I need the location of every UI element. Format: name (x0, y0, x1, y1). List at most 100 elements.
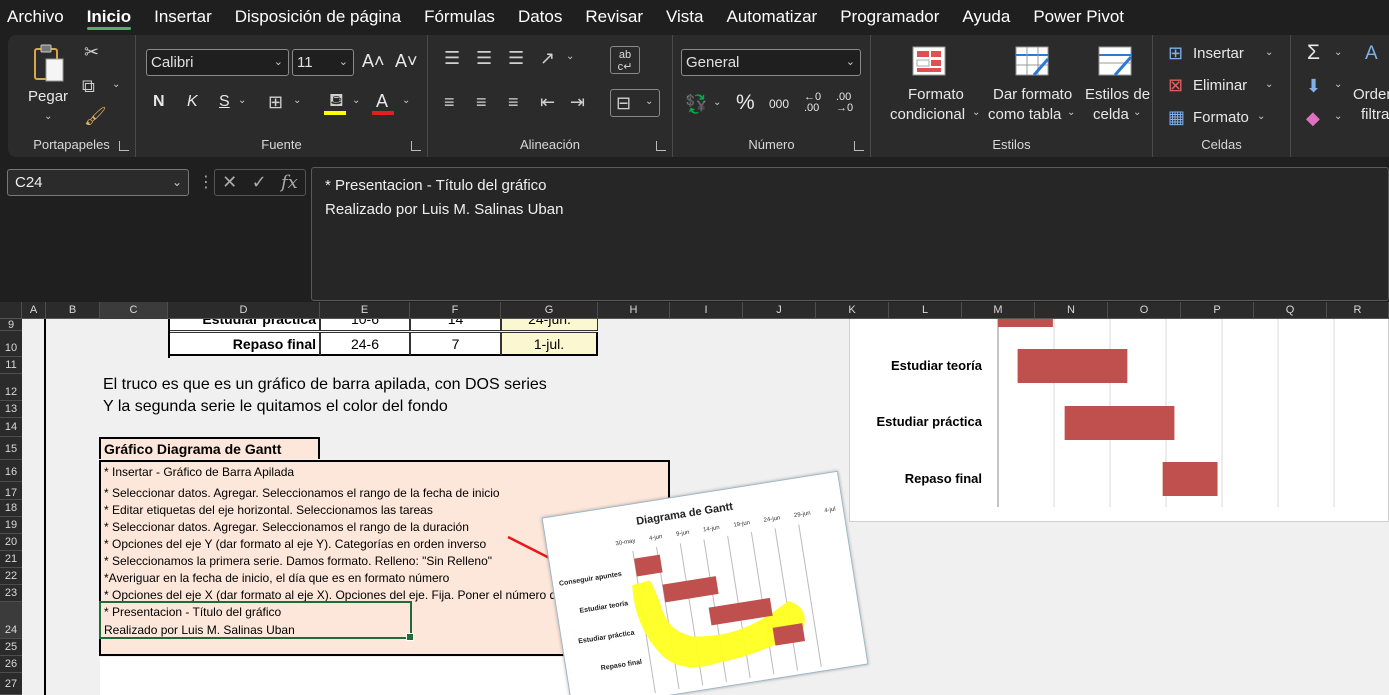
formula-input[interactable]: * Presentacion - Título del gráfico Real… (311, 167, 1389, 301)
merge-center-button[interactable]: ⊟ ⌄ (610, 89, 660, 117)
cell-styles-label1[interactable]: Estilos de (1085, 86, 1150, 103)
chart-bar[interactable] (1017, 349, 1128, 383)
conditional-format-label2[interactable]: condicional (890, 106, 965, 123)
cell-styles-chevron-icon[interactable]: ⌄ (1133, 107, 1141, 118)
notes-title[interactable]: Gráfico Diagrama de Gantt (99, 437, 320, 459)
row-header[interactable]: 22 (0, 568, 22, 585)
fill-color-chevron-icon[interactable]: ⌄ (352, 95, 360, 106)
increase-indent-icon[interactable]: ⇥ (570, 93, 585, 111)
delete-cells-icon[interactable]: ⊠ (1168, 76, 1183, 94)
align-left-icon[interactable]: ≡ (444, 93, 455, 111)
fill-icon[interactable]: ⬇ (1306, 77, 1321, 95)
tab-ayuda[interactable]: Ayuda (962, 0, 1010, 33)
column-header[interactable]: A (22, 302, 46, 319)
select-all-corner[interactable] (0, 302, 22, 319)
gantt-chart[interactable]: Estudiar teoría Estudiar práctica Repaso… (849, 319, 1389, 522)
tab-revisar[interactable]: Revisar (585, 0, 643, 33)
underline-button[interactable]: S (219, 93, 230, 111)
tab-formulas[interactable]: Fórmulas (424, 0, 495, 33)
format-as-table-chevron-icon[interactable]: ⌄ (1067, 107, 1075, 118)
column-header[interactable]: K (816, 302, 889, 319)
wrap-text-button[interactable]: ab c↵ (610, 46, 640, 74)
numero-launcher-icon[interactable] (854, 141, 864, 151)
tab-automatizar[interactable]: Automatizar (726, 0, 817, 33)
column-header[interactable]: J (743, 302, 816, 319)
row-header[interactable]: 16 (0, 460, 22, 482)
row-header[interactable]: 19 (0, 517, 22, 534)
format-painter-icon[interactable]: 🖌 (84, 107, 107, 125)
paste-button[interactable]: Pegar (28, 88, 68, 105)
tab-datos[interactable]: Datos (518, 0, 562, 33)
column-header[interactable]: G (501, 302, 598, 319)
row-header[interactable]: 24 (0, 602, 22, 639)
insert-function-icon[interactable]: fx (281, 172, 298, 193)
tab-power-pivot[interactable]: Power Pivot (1033, 0, 1124, 33)
orientation-icon[interactable]: ↗ (540, 49, 555, 67)
sort-filter-label2[interactable]: filtra (1361, 106, 1389, 123)
format-as-table-label2[interactable]: como tabla (988, 106, 1061, 123)
paste-icon[interactable] (32, 43, 66, 83)
conditional-format-label1[interactable]: Formato (908, 86, 964, 103)
alineacion-launcher-icon[interactable] (656, 141, 666, 151)
end-cell[interactable]: 24-jun. (501, 319, 598, 331)
column-header[interactable]: C (100, 302, 168, 319)
copy-icon[interactable]: ⧉ (82, 77, 95, 95)
format-cells-icon[interactable]: ▦ (1168, 108, 1185, 126)
increase-font-icon[interactable]: A˄ (362, 51, 385, 72)
note-line[interactable]: * Editar etiquetas del eje horizontal. S… (104, 503, 433, 517)
autosum-icon[interactable]: Σ (1307, 41, 1320, 65)
row-header[interactable]: 13 (0, 401, 22, 418)
accounting-chevron-icon[interactable]: ⌄ (713, 97, 721, 108)
font-color-chevron-icon[interactable]: ⌄ (402, 95, 410, 106)
column-header[interactable]: Q (1254, 302, 1327, 319)
tab-programador[interactable]: Programador (840, 0, 939, 33)
decrease-indent-icon[interactable]: ⇤ (540, 93, 555, 111)
note-line[interactable]: * Seleccionamos la primera serie. Damos … (104, 554, 492, 568)
end-cell[interactable]: 1-jul. (501, 332, 598, 356)
align-top-icon[interactable]: ☰ (444, 49, 460, 67)
name-box[interactable]: C24 ⌄ (7, 169, 189, 196)
decrease-decimal-icon[interactable]: .00 →0 (836, 92, 853, 114)
sort-filter-label1[interactable]: Orden (1353, 86, 1389, 103)
note-line[interactable]: * Seleccionar datos. Agregar. Selecciona… (104, 520, 469, 534)
row-header[interactable]: 25 (0, 639, 22, 656)
percent-button[interactable]: % (736, 91, 755, 115)
decrease-font-icon[interactable]: A˅ (395, 51, 418, 72)
copy-chevron-icon[interactable]: ⌄ (112, 79, 120, 90)
tab-disposicion[interactable]: Disposición de página (235, 0, 401, 33)
duration-cell[interactable]: 14 (410, 319, 501, 331)
row-header[interactable]: 9 (0, 319, 22, 331)
task-cell[interactable]: Repaso final (168, 332, 320, 356)
delete-cells-button[interactable]: Eliminar (1193, 77, 1247, 94)
explanation-line-2[interactable]: Y la segunda serie le quitamos el color … (103, 398, 448, 416)
column-header[interactable]: D (168, 302, 320, 319)
insert-cells-chevron-icon[interactable]: ⌄ (1265, 47, 1273, 58)
clear-icon[interactable]: ◆ (1306, 109, 1320, 127)
autosum-chevron-icon[interactable]: ⌄ (1334, 47, 1342, 58)
column-header[interactable]: R (1327, 302, 1389, 319)
column-header[interactable]: N (1035, 302, 1108, 319)
column-header[interactable]: I (670, 302, 743, 319)
insert-cells-icon[interactable]: ⊞ (1168, 44, 1183, 62)
italic-button[interactable]: K (187, 93, 198, 111)
orientation-chevron-icon[interactable]: ⌄ (566, 51, 574, 62)
duration-cell[interactable]: 7 (410, 332, 501, 356)
row-header[interactable]: 11 (0, 357, 22, 374)
explanation-line-1[interactable]: El truco es que es un gráfico de barra a… (103, 376, 547, 394)
bold-button[interactable]: N (153, 93, 165, 111)
active-cell-c24[interactable] (99, 601, 414, 641)
row-header[interactable]: 18 (0, 500, 22, 517)
portapapeles-launcher-icon[interactable] (119, 141, 129, 151)
conditional-format-icon[interactable] (911, 45, 949, 79)
column-header[interactable]: L (889, 302, 962, 319)
tab-archivo[interactable]: Archivo (7, 0, 64, 33)
column-header[interactable]: E (320, 302, 410, 319)
tab-insertar[interactable]: Insertar (154, 0, 212, 33)
number-format-select[interactable]: General ⌄ (681, 49, 861, 76)
note-line[interactable]: * Insertar - Gráfico de Barra Apilada (104, 465, 294, 479)
chart-bar[interactable] (1064, 406, 1175, 440)
tab-vista[interactable]: Vista (666, 0, 704, 33)
confirm-icon[interactable]: ✓ (252, 172, 267, 193)
start-cell[interactable]: 10-6 (320, 319, 410, 331)
note-line[interactable]: * Seleccionar datos. Agregar. Selecciona… (104, 486, 500, 500)
